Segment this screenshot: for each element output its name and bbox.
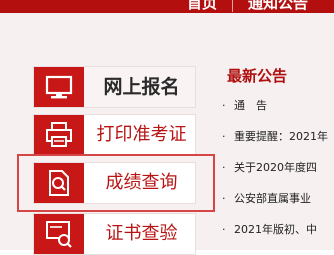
news-item[interactable]: · 2021年版初、中: [222, 221, 334, 239]
nav-notice[interactable]: 通知公告: [248, 0, 308, 12]
news-item[interactable]: · 公安部直属事业: [222, 190, 334, 208]
online-signup-label: 网上报名: [103, 76, 180, 98]
news-title: 最新公告: [227, 67, 288, 85]
online-signup-button[interactable]: 网上报名: [33, 66, 196, 108]
selection-highlight: [17, 154, 215, 212]
printer-icon: [34, 115, 84, 155]
nav-home[interactable]: 首页: [187, 0, 217, 12]
news-item[interactable]: · 重要提醒：2021年: [222, 128, 334, 146]
certificate-search-icon: [34, 214, 84, 254]
cert-check-button[interactable]: 证书查验: [33, 213, 196, 255]
nav-divider: [232, 0, 233, 12]
cert-check-label: 证书查验: [105, 223, 178, 244]
print-ticket-label: 打印准考证: [96, 124, 187, 145]
top-nav-bar: 首页 通知公告: [0, 0, 334, 13]
print-ticket-button[interactable]: 打印准考证: [33, 114, 196, 156]
news-item[interactable]: · 通 告: [222, 97, 334, 115]
monitor-icon: [34, 67, 84, 107]
news-item[interactable]: · 关于2020年度四: [222, 159, 334, 177]
